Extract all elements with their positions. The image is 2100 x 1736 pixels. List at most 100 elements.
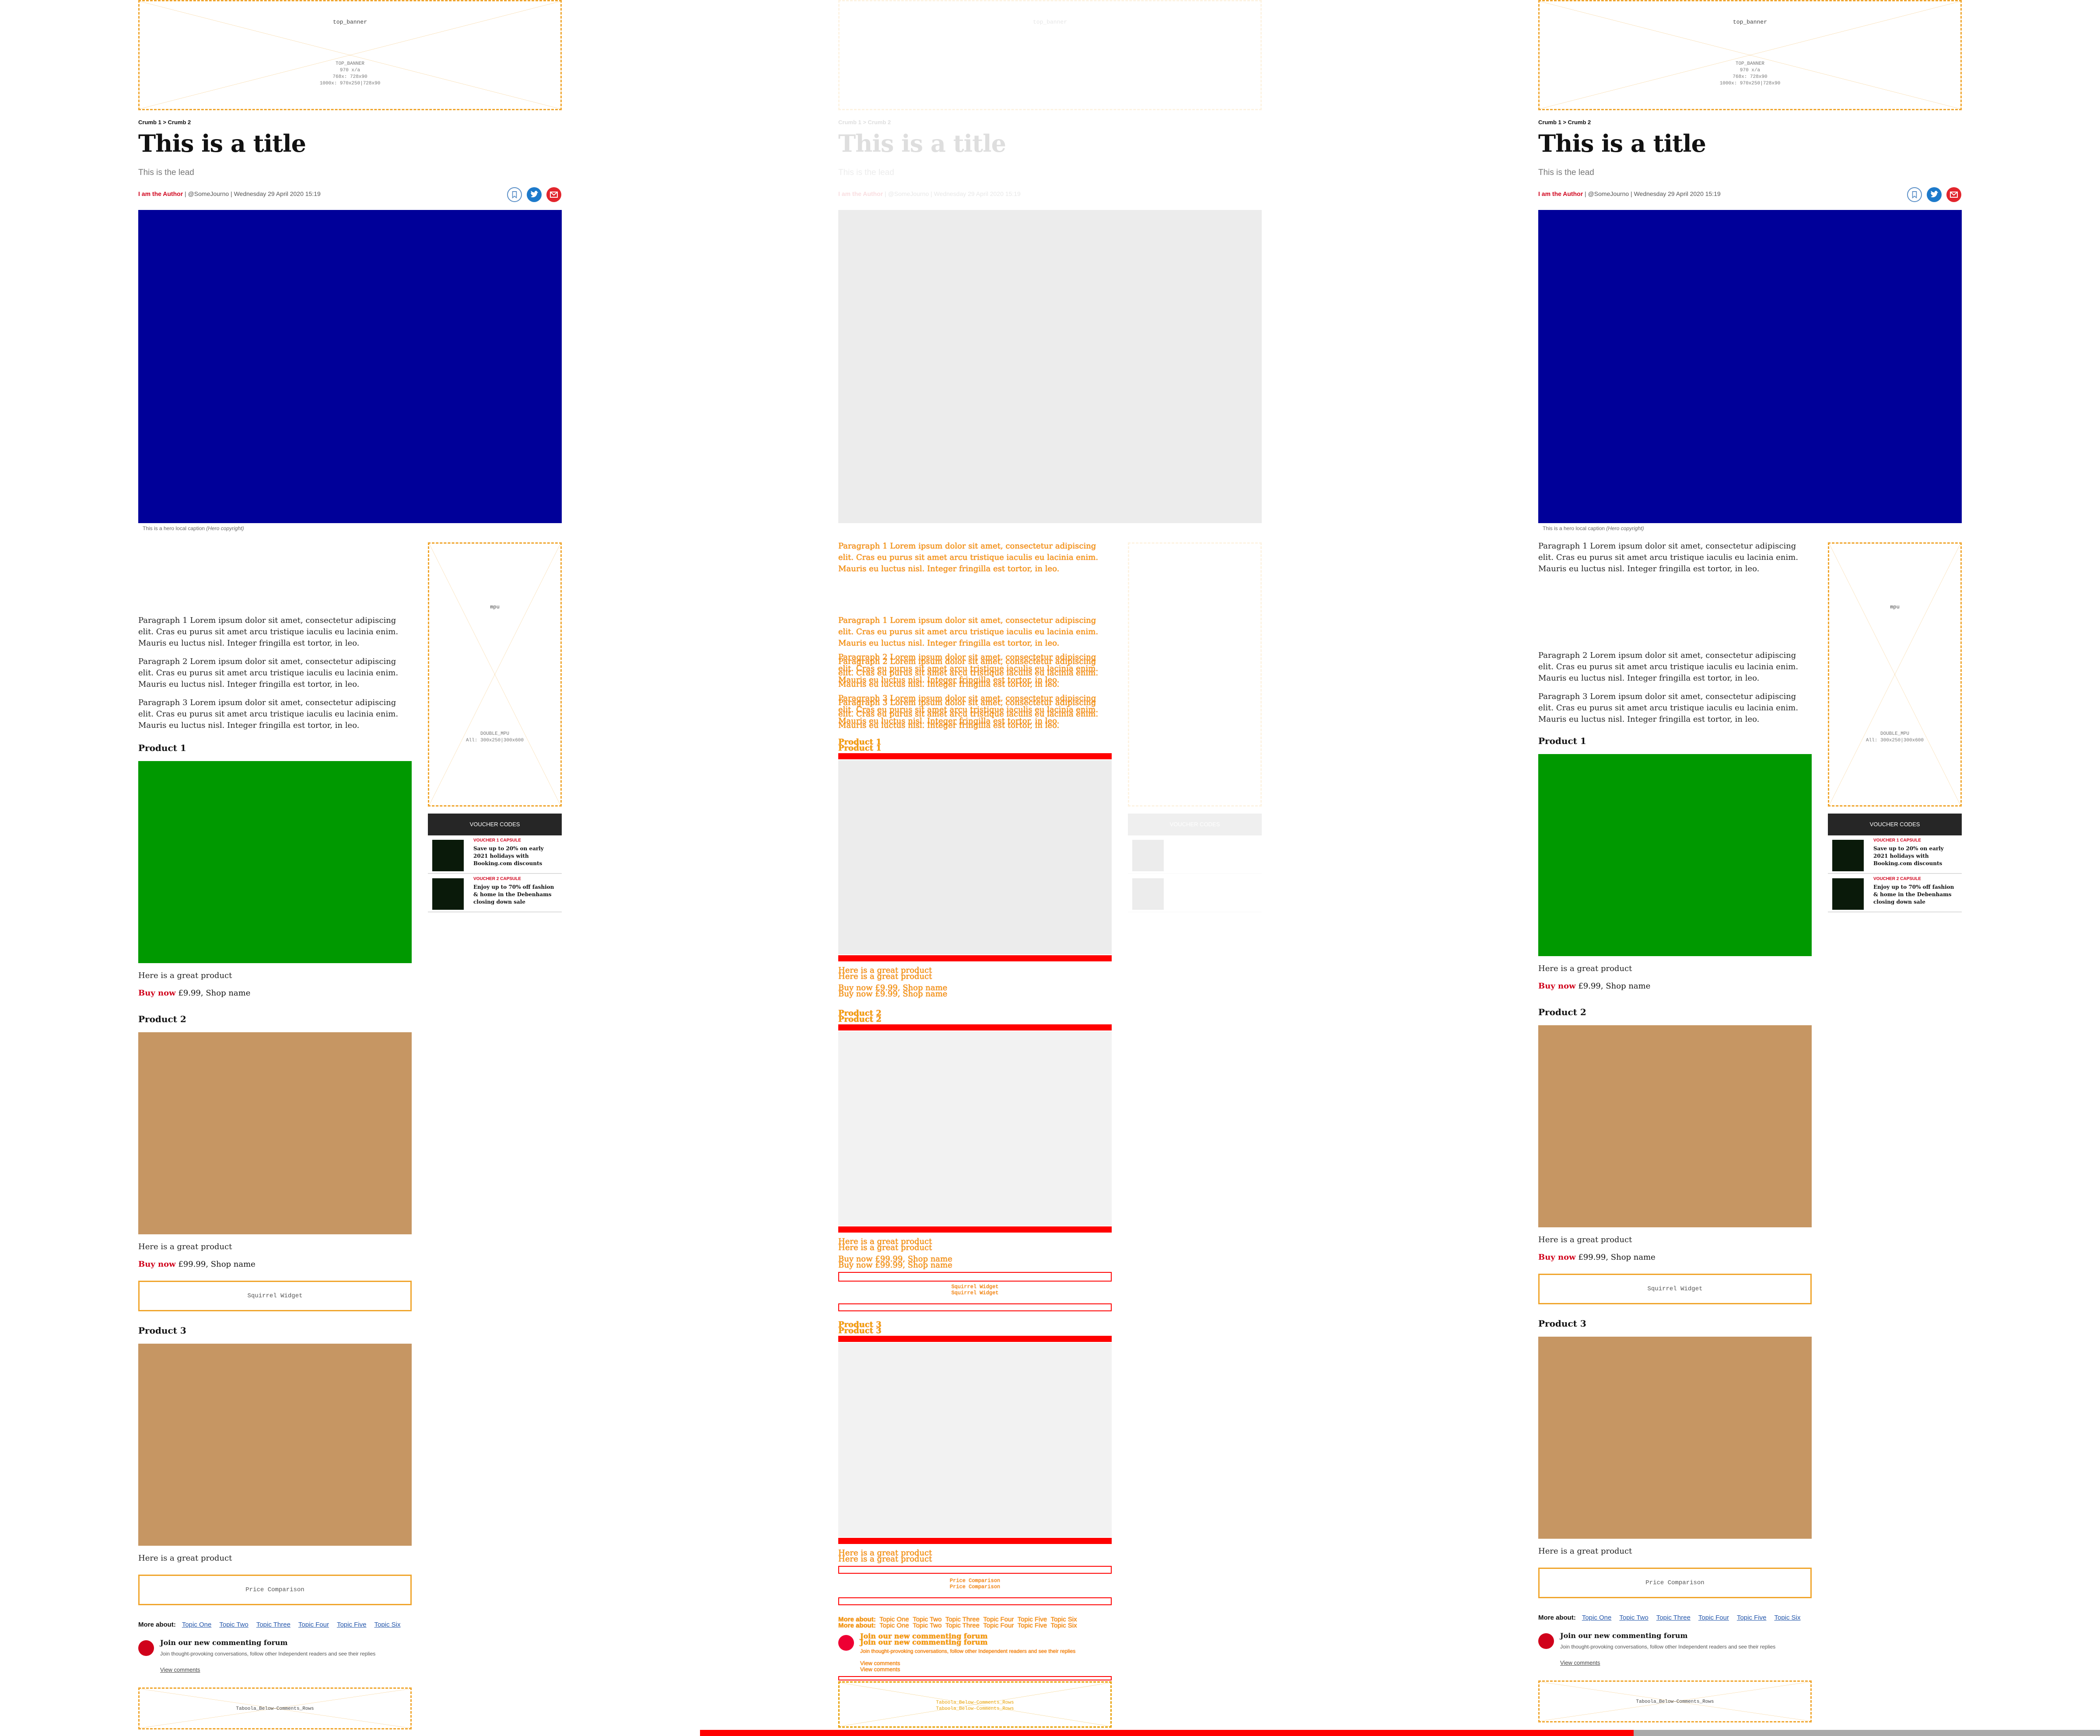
price-comparison-widget: Price Comparison bbox=[1538, 1568, 1812, 1598]
product-buy: Buy now £9.99, Shop name bbox=[1538, 982, 1651, 991]
product-image bbox=[1538, 1025, 1812, 1227]
topic-link[interactable]: Topic Three bbox=[1656, 1614, 1690, 1621]
product-desc: Here is a great product bbox=[1538, 1235, 1632, 1244]
diff-highlight bbox=[838, 753, 1112, 759]
voucher-codes-widget: VOUCHER CODES VOUCHER 1 CAPSULE Save up t… bbox=[428, 814, 562, 912]
breadcrumb[interactable]: Crumb 1 > Crumb 2 bbox=[838, 119, 891, 126]
product-desc: Here is a great product bbox=[138, 1242, 232, 1251]
price-comparison-widget: Price Comparison bbox=[138, 1575, 412, 1605]
voucher-thumbnail bbox=[432, 878, 464, 910]
product-title: Product 3 bbox=[1538, 1318, 1586, 1329]
breadcrumb[interactable]: Crumb 1 > Crumb 2 bbox=[1538, 119, 1591, 126]
topic-link[interactable]: Topic Six bbox=[374, 1621, 400, 1628]
product-title: Product 3 bbox=[838, 1326, 882, 1335]
product-image bbox=[1538, 754, 1812, 956]
byline-meta: | @SomeJourno | Wednesday 29 April 2020 … bbox=[183, 190, 321, 197]
topic-link[interactable]: Topic Three bbox=[256, 1621, 290, 1628]
voucher-item[interactable]: VOUCHER 2 CAPSULE Enjoy up to 70% off fas… bbox=[1828, 874, 1962, 912]
lead: This is the lead bbox=[1538, 168, 1594, 177]
article-panel-1: top_banner TOP_BANNER 970 x/a 768x: 728x… bbox=[0, 0, 700, 1736]
voucher-item[interactable]: VOUCHER 1 CAPSULE Save up to 20% on early… bbox=[428, 835, 562, 874]
bookmark-icon[interactable] bbox=[1907, 187, 1922, 202]
product-buy: Buy now £99.99, Shop name bbox=[838, 1261, 952, 1270]
view-comments-link[interactable]: View comments bbox=[1560, 1659, 1600, 1666]
mpu-detail: DOUBLE_MPU All: 300x250|300x600 bbox=[466, 731, 524, 743]
squirrel-widget: Squirrel Widget bbox=[1538, 1274, 1812, 1304]
buy-now-link[interactable]: Buy now bbox=[1538, 1253, 1576, 1262]
voucher-text: Save up to 20% on early 2021 holidays wi… bbox=[473, 845, 544, 866]
diff-slider[interactable] bbox=[0, 1730, 2100, 1736]
paragraph: Paragraph 3 Lorem ipsum dolor sit amet, … bbox=[838, 698, 1099, 730]
voucher-item[interactable] bbox=[1128, 835, 1262, 874]
topic-link[interactable]: Topic Six bbox=[1774, 1614, 1800, 1621]
view-comments-link[interactable]: View comments bbox=[860, 1664, 1112, 1675]
taboola-label: Taboola_Below-Comments_Rows bbox=[236, 1706, 314, 1712]
product-buy: Buy now £9.99, Shop name bbox=[838, 989, 948, 999]
voucher-item[interactable]: VOUCHER 2 CAPSULE Enjoy up to 70% off fas… bbox=[428, 874, 562, 912]
product-buy: Buy now £99.99, Shop name bbox=[138, 1260, 256, 1269]
independent-logo-icon bbox=[838, 1635, 854, 1651]
author-link[interactable]: I am the Author bbox=[138, 190, 183, 197]
paragraph: Paragraph 2 Lorem ipsum dolor sit amet, … bbox=[138, 657, 399, 689]
voucher-thumbnail bbox=[1832, 878, 1864, 910]
product-buy: Buy now £9.99, Shop name bbox=[138, 989, 251, 998]
more-about: More about: Topic One Topic Two Topic Th… bbox=[838, 1622, 1077, 1629]
topic-link[interactable]: Topic Two bbox=[219, 1621, 248, 1628]
top-banner-placeholder: top_banner TOP_BANNER 970 x/a 768x: 728x… bbox=[1538, 0, 1962, 110]
product-buy: Buy now £99.99, Shop name bbox=[1538, 1253, 1656, 1262]
topic-link[interactable]: Topic One bbox=[182, 1621, 212, 1628]
diff-highlight bbox=[838, 1336, 1112, 1342]
diff-highlight bbox=[838, 1303, 1112, 1311]
author-link[interactable]: I am the Author bbox=[1538, 190, 1583, 197]
buy-now-link[interactable]: Buy now bbox=[1538, 982, 1576, 991]
voucher-item[interactable] bbox=[1128, 874, 1262, 912]
bookmark-icon[interactable] bbox=[507, 187, 522, 202]
comments-promo: Join our new commenting forum Join thoug… bbox=[138, 1635, 412, 1687]
mpu-placeholder bbox=[1128, 542, 1262, 807]
comments-subtitle: Join thought-provoking conversations, fo… bbox=[160, 1651, 376, 1657]
top-banner-placeholder: top_banner bbox=[838, 0, 1262, 110]
topic-link[interactable]: Topic Four bbox=[1698, 1614, 1729, 1621]
squirrel-widget: Squirrel Widget bbox=[138, 1281, 412, 1311]
diff-highlight bbox=[838, 1676, 1112, 1680]
product-desc: Here is a great product bbox=[1538, 964, 1632, 973]
topic-link[interactable]: Topic Two bbox=[1619, 1614, 1648, 1621]
topic-link[interactable]: Topic One bbox=[1582, 1614, 1612, 1621]
taboola-label: Taboola_Below-Comments_Rows bbox=[1636, 1699, 1714, 1705]
product-title: Product 1 bbox=[1538, 736, 1586, 746]
buy-now-link[interactable]: Buy now bbox=[138, 989, 176, 998]
voucher-item[interactable]: VOUCHER 1 CAPSULE Save up to 20% on early… bbox=[1828, 835, 1962, 874]
voucher-thumbnail bbox=[432, 840, 464, 871]
product-image bbox=[138, 1344, 412, 1546]
diff-highlight bbox=[838, 1538, 1112, 1544]
product-image bbox=[138, 1032, 412, 1234]
product-image-ghost bbox=[838, 760, 1112, 954]
paragraph: Paragraph 2 Lorem ipsum dolor sit amet, … bbox=[838, 657, 1099, 689]
independent-logo-icon bbox=[1538, 1633, 1554, 1649]
view-comments-link[interactable]: View comments bbox=[160, 1666, 200, 1673]
buy-now-link[interactable]: Buy now bbox=[138, 1260, 176, 1269]
product-image bbox=[138, 761, 412, 963]
topic-link[interactable]: Topic Four bbox=[298, 1621, 329, 1628]
product-desc: Here is a great product bbox=[838, 1554, 932, 1564]
comments-title: Join our new commenting forum bbox=[1560, 1631, 1688, 1640]
breadcrumb[interactable]: Crumb 1 > Crumb 2 bbox=[138, 119, 191, 126]
product-title: Product 3 bbox=[138, 1325, 186, 1336]
twitter-icon[interactable] bbox=[1927, 187, 1942, 202]
twitter-icon[interactable] bbox=[527, 187, 542, 202]
taboola-placeholder: Taboola_Below-Comments_Rows bbox=[1538, 1680, 1812, 1722]
mpu-placeholder: mpu DOUBLE_MPU All: 300x250|300x600 bbox=[1828, 542, 1962, 807]
topic-link[interactable]: Topic Five bbox=[1737, 1614, 1767, 1621]
product-image-ghost bbox=[838, 1031, 1112, 1226]
voucher-text: Enjoy up to 70% off fashion & home in th… bbox=[473, 884, 554, 905]
comments-subtitle: Join thought-provoking conversations, fo… bbox=[860, 1648, 1076, 1654]
top-banner-detail: TOP_BANNER 970 x/a 768x: 728x90 1000x: 9… bbox=[1719, 61, 1781, 86]
hero-caption: This is a hero local caption (Hero copyr… bbox=[1543, 525, 1644, 531]
product-title: Product 1 bbox=[138, 743, 186, 753]
diff-highlight bbox=[838, 1024, 1112, 1030]
email-icon[interactable] bbox=[1946, 187, 1961, 202]
slider-fill bbox=[700, 1730, 1634, 1736]
email-icon[interactable] bbox=[546, 187, 561, 202]
hero-image bbox=[838, 210, 1262, 523]
topic-link[interactable]: Topic Five bbox=[337, 1621, 367, 1628]
